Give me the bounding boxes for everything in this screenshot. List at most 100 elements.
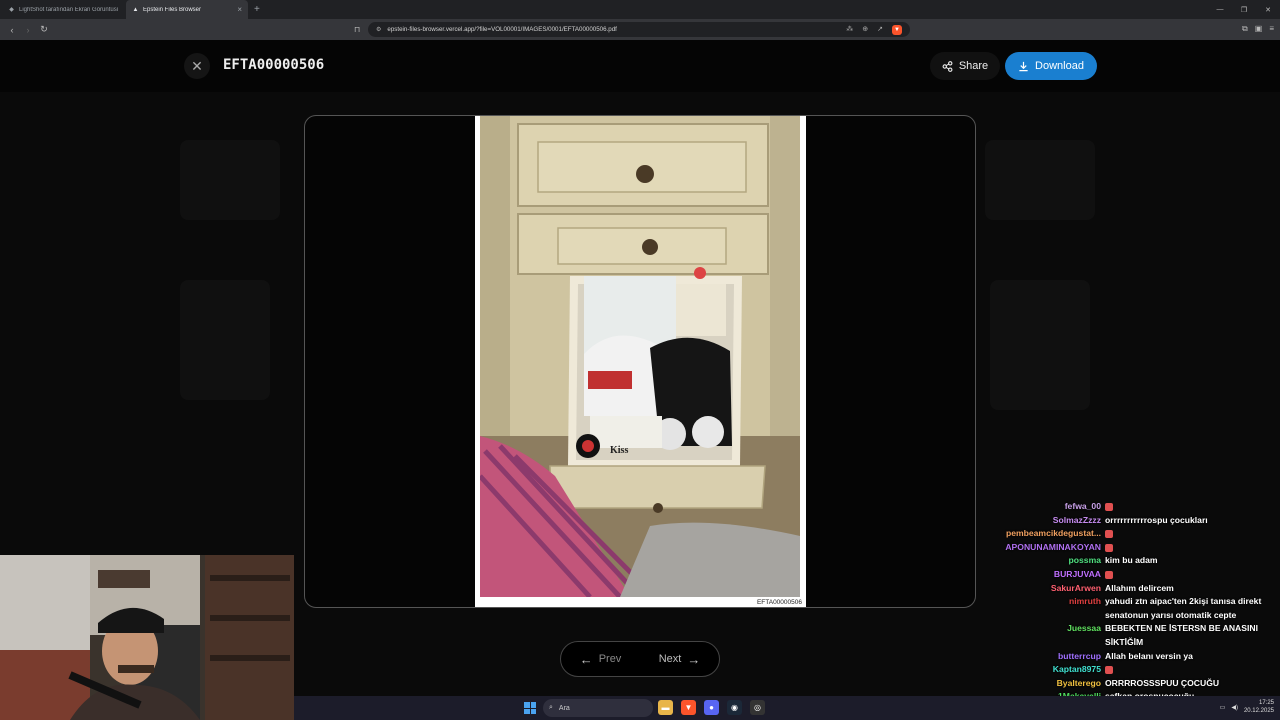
lightshot-icon: ◆	[9, 7, 14, 13]
chat-message: butterrcup Allah belanı versin ya	[996, 650, 1280, 664]
obs-icon[interactable]: ◎	[750, 700, 765, 715]
background-thumbnail	[180, 280, 270, 400]
download-button[interactable]: Download	[1005, 52, 1097, 80]
drawer-label-text: Kiss	[610, 445, 628, 456]
chat-text	[1105, 527, 1280, 541]
network-icon[interactable]: ▭	[1220, 704, 1226, 711]
background-thumbnail	[985, 140, 1095, 220]
chat-text	[1105, 663, 1280, 677]
chat-username[interactable]: Juessaa	[996, 622, 1105, 649]
system-tray: ▭ ◀) 17:25 20.12.2025	[1220, 699, 1274, 715]
vercel-icon: ▲	[132, 6, 139, 13]
chat-username[interactable]: butterrcup	[996, 650, 1105, 664]
document-title: EFTA00000506	[223, 57, 325, 73]
emote-icon	[1105, 543, 1113, 552]
chat-message: fefwa_00	[996, 500, 1280, 514]
chat-username[interactable]: Kaptan8975	[996, 663, 1105, 677]
chat-message: Byalterego ORRRROSSSPUU ÇOCUĞU	[996, 677, 1280, 691]
chat-text: ORRRROSSSPUU ÇOCUĞU	[1105, 677, 1220, 688]
discord-icon[interactable]: ●	[704, 700, 719, 715]
file-explorer-icon[interactable]: ▬	[658, 700, 673, 715]
forward-button[interactable]: ›	[20, 25, 36, 35]
chat-username[interactable]: fefwa_00	[996, 500, 1105, 514]
share-label: Share	[958, 60, 989, 72]
tab-label: LightShot tarafından Ekran Görüntüsü	[19, 6, 118, 13]
chat-username[interactable]: possma	[996, 554, 1105, 568]
pagination-control: ← Prev Next →	[560, 641, 720, 677]
new-tab-button[interactable]: +	[254, 4, 260, 15]
close-viewer-button[interactable]: ✕	[184, 53, 210, 79]
zoom-icon[interactable]: ⊕	[862, 25, 868, 35]
emote-icon	[1105, 570, 1113, 579]
chat-message: nimruth yahudi ztn aipac'ten 2kişi tanısa…	[996, 595, 1280, 622]
taskbar-apps: ▬ ▼ ● ◉ ◎	[658, 700, 765, 715]
browser-tabbar: ◆ LightShot tarafından Ekran Görüntüsü ▲…	[0, 0, 1280, 19]
address-bar[interactable]: ⚙ epstein-files-browser.vercel.app/?file…	[368, 22, 910, 37]
extensions-icon[interactable]: ⧉	[1242, 24, 1248, 34]
chat-username[interactable]: Byalterego	[996, 677, 1105, 691]
page-id-label: EFTA00000506	[756, 599, 802, 606]
chat-text: BEBEKTEN NE İSTERSN BE ANASINI SİKTİĞİM	[1105, 623, 1258, 647]
brave-shields-icon[interactable]: ▼	[892, 24, 902, 35]
document-page: Kiss EFTA00000506	[475, 116, 806, 607]
chat-message: SakurArwen Allahım delircem	[996, 582, 1280, 596]
chat-message: Juessaa BEBEKTEN NE İSTERSN BE ANASINI Sİ…	[996, 622, 1280, 649]
chat-username[interactable]: nimruth	[996, 595, 1105, 622]
chat-text	[1105, 500, 1280, 514]
emote-icon	[1105, 502, 1113, 511]
windows-start-icon[interactable]	[524, 702, 536, 714]
wallet-icon[interactable]: ▣	[1255, 24, 1263, 34]
prev-label: Prev	[598, 653, 622, 665]
share-icon	[942, 60, 953, 72]
brave-browser-icon[interactable]: ▼	[681, 700, 696, 715]
clock-time: 17:25	[1258, 700, 1274, 706]
chat-overlay: fefwa_00 SolmazZzzz orrrrrrrrrrrospu çocuk…	[996, 500, 1280, 720]
steam-icon[interactable]: ◉	[727, 700, 742, 715]
tab-label: Epstein Files Browser	[143, 6, 202, 13]
webcam-overlay	[0, 555, 294, 720]
chat-text: kim bu adam	[1105, 555, 1158, 566]
chat-text: yahudi ztn aipac'ten 2kişi tanısa direkt…	[1105, 596, 1262, 620]
tab-epstein-files[interactable]: ▲ Epstein Files Browser ×	[126, 0, 248, 19]
chat-text: Allah belanı versin ya	[1105, 650, 1193, 661]
next-button[interactable]: Next →	[659, 652, 701, 667]
background-thumbnail	[990, 280, 1090, 410]
chat-username[interactable]: SolmazZzzz	[996, 514, 1105, 528]
viewer-header: ✕ EFTA00000506 Share Download	[0, 40, 1280, 92]
streamer-webcam-image	[0, 555, 294, 720]
chat-username[interactable]: SakurArwen	[996, 582, 1105, 596]
share-page-icon[interactable]: ↗	[877, 25, 883, 35]
prev-button[interactable]: ← Prev	[580, 652, 622, 667]
close-window-button[interactable]: ✕	[1256, 6, 1280, 14]
url-text[interactable]: epstein-files-browser.vercel.app/?file=V…	[387, 26, 846, 33]
translate-icon[interactable]: ⁂	[846, 25, 853, 35]
minimize-button[interactable]: —	[1208, 6, 1232, 14]
chat-message: Kaptan8975	[996, 663, 1280, 677]
chat-message: possma kim bu adam	[996, 554, 1280, 568]
tab-lightshot[interactable]: ◆ LightShot tarafından Ekran Görüntüsü	[2, 0, 124, 19]
arrow-right-icon: →	[687, 651, 701, 667]
chat-text: Allahım delircem	[1105, 582, 1174, 593]
window-controls: — ❐ ✕	[1208, 6, 1280, 14]
back-button[interactable]: ‹	[4, 25, 20, 35]
share-button[interactable]: Share	[930, 52, 1000, 80]
clock[interactable]: 17:25 20.12.2025	[1244, 699, 1274, 715]
taskbar-search[interactable]: ⌕ Ara	[543, 699, 653, 717]
menu-icon[interactable]: ≡	[1269, 24, 1274, 34]
download-label: Download	[1035, 60, 1084, 72]
site-info-icon[interactable]: ⚙	[376, 26, 381, 33]
close-tab-icon[interactable]: ×	[237, 5, 242, 14]
restore-button[interactable]: ❐	[1232, 6, 1256, 14]
emote-icon	[1105, 529, 1113, 538]
chat-username[interactable]: pembeamcikdegustat...	[996, 527, 1105, 541]
bookmark-icon[interactable]: ⊓	[354, 25, 360, 34]
chat-text	[1105, 541, 1280, 555]
chat-username[interactable]: APONUNAMINAKOYAN	[996, 541, 1105, 555]
windows-taskbar: ⌕ Ara ▬ ▼ ● ◉ ◎ ▭ ◀) 17:25 20.12.2025	[294, 696, 1280, 720]
search-icon: ⌕	[549, 704, 553, 711]
emote-icon	[1105, 665, 1113, 674]
download-icon	[1019, 61, 1028, 71]
volume-icon[interactable]: ◀)	[1231, 704, 1238, 711]
chat-username[interactable]: BURJUVAA	[996, 568, 1105, 582]
reload-button[interactable]: ↻	[36, 24, 52, 35]
